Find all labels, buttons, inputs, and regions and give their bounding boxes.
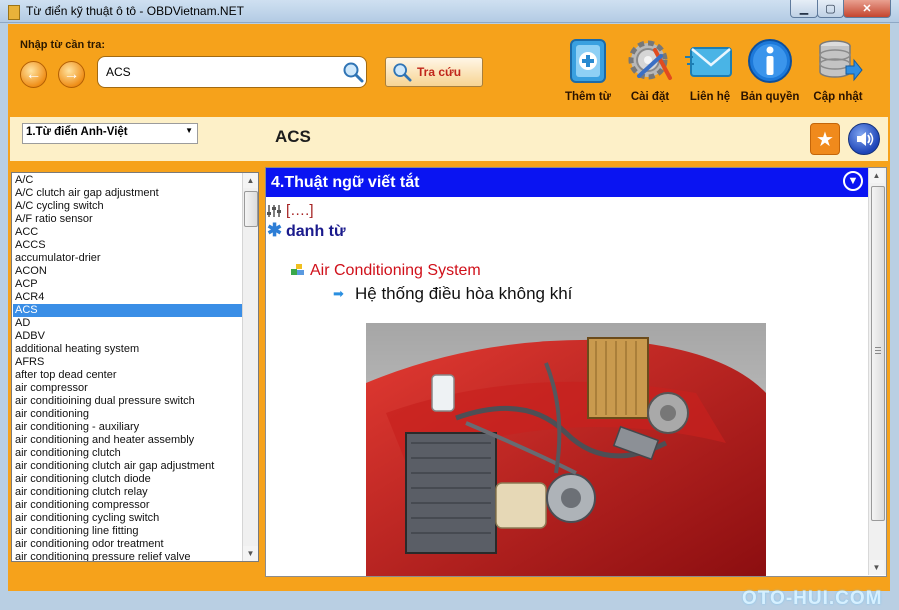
dictionary-select-value: 1.Từ điển Anh-Việt [26, 126, 128, 138]
word-list-item[interactable]: air compressor [13, 382, 242, 395]
word-list-item[interactable]: air conditioning cycling switch [13, 512, 242, 525]
word-list-item[interactable]: air conditioning compressor [13, 499, 242, 512]
magnifier-icon [393, 63, 412, 82]
app-body: Nhập từ cần tra: ← → Tra cứu Thêm từ [8, 24, 890, 609]
word-list-panel: A/C A/C clutch air gap adjustment A/C cycl… [11, 172, 259, 562]
forward-arrow-icon[interactable]: → [58, 61, 85, 88]
word-list-item[interactable]: A/F ratio sensor [13, 213, 242, 226]
term-text: Air Conditioning System [310, 262, 481, 279]
word-list-item[interactable]: ACS [13, 304, 242, 317]
word-list-item[interactable]: air conditioning clutch [13, 447, 242, 460]
search-icon[interactable] [342, 61, 364, 83]
search-label: Nhập từ cần tra: [20, 39, 105, 51]
word-list-item[interactable]: air conditioning pressure relief valve [13, 551, 242, 561]
database-update-icon [819, 40, 863, 82]
word-list-item[interactable]: AFRS [13, 356, 242, 369]
scroll-thumb[interactable] [244, 191, 258, 227]
window-titlebar: Từ điển kỹ thuật ô tô - OBDVietnam.NET ▁… [0, 0, 899, 23]
word-list-item[interactable]: air conditioning clutch relay [13, 486, 242, 499]
definition-panel: 4.Thuật ngữ viết tắt ▼ [….] ✱ danh từ Ai… [265, 167, 887, 577]
gear-icon [628, 40, 672, 80]
scroll-up-icon[interactable]: ▲ [869, 168, 884, 183]
copyright-button[interactable]: Bản quyền [740, 36, 800, 120]
scroll-down-icon[interactable]: ▼ [869, 560, 884, 575]
pronunciation-text: [….] [286, 202, 314, 219]
chevron-down-icon: ▼ [185, 126, 193, 135]
settings-label: Cài đặt [630, 91, 670, 103]
add-word-label: Thêm từ [564, 91, 612, 103]
collapse-chevron-icon[interactable]: ▼ [843, 171, 863, 191]
watermark-logo: OTO-HUI.COM [742, 588, 883, 609]
definition-scrollbar[interactable]: ▲ ▼ [868, 168, 886, 575]
search-input[interactable] [104, 64, 338, 80]
word-list-item[interactable]: additional heating system [13, 343, 242, 356]
word-list-item[interactable]: ACR4 [13, 291, 242, 304]
meaning-text: Hệ thống điều hòa không khí [355, 284, 573, 303]
copyright-label: Bản quyền [740, 91, 800, 103]
word-list-item[interactable]: air conditioning odor treatment [13, 538, 242, 551]
word-list-item[interactable]: after top dead center [13, 369, 242, 382]
word-list-item[interactable]: A/C cycling switch [13, 200, 242, 213]
word-list-item[interactable]: air conditioning clutch air gap adjustme… [13, 460, 242, 473]
word-list-item[interactable]: ACON [13, 265, 242, 278]
word-list-item[interactable]: ADBV [13, 330, 242, 343]
dictionary-select[interactable]: 1.Từ điển Anh-Việt ▼ [22, 123, 198, 144]
blocks-icon [291, 264, 304, 275]
word-list-item[interactable]: A/C [13, 174, 242, 187]
contact-button[interactable]: Liên hệ [680, 36, 740, 120]
asterisk-icon: ✱ [267, 220, 283, 240]
word-list-item[interactable]: ACP [13, 278, 242, 291]
lookup-button[interactable]: Tra cứu [385, 57, 483, 87]
search-box [97, 56, 367, 88]
scroll-thumb[interactable] [871, 186, 885, 521]
update-label: Cập nhật [813, 91, 863, 103]
equalizer-icon [267, 205, 281, 217]
word-list-item[interactable]: air conditioning line fitting [13, 525, 242, 538]
window-title: Từ điển kỹ thuật ô tô - OBDVietnam.NET [26, 4, 244, 18]
section-header[interactable]: 4.Thuật ngữ viết tắt ▼ [266, 168, 868, 197]
scroll-up-icon[interactable]: ▲ [243, 173, 258, 188]
close-button[interactable]: ✕ [843, 0, 891, 18]
word-type: danh từ [286, 223, 346, 240]
minimize-button[interactable]: ▁ [790, 0, 818, 18]
section-title: 4.Thuật ngữ viết tắt [271, 174, 420, 191]
car-ac-system-image [366, 323, 766, 576]
word-header-band: 1.Từ điển Anh-Việt ▼ ACS ★ [10, 117, 888, 161]
word-list-item[interactable]: ACC [13, 226, 242, 239]
maximize-button[interactable]: ▢ [817, 0, 844, 18]
word-list-item[interactable]: air conditioning [13, 408, 242, 421]
word-list-item[interactable]: air conditioining dual pressure switch [13, 395, 242, 408]
update-button[interactable]: Cập nhật [808, 36, 868, 120]
speaker-icon[interactable] [848, 123, 880, 155]
word-list-item[interactable]: A/C clutch air gap adjustment [13, 187, 242, 200]
settings-button[interactable]: Cài đặt [620, 36, 680, 120]
favorite-star-icon[interactable]: ★ [810, 123, 840, 155]
arrow-right-icon: ➡ [333, 286, 344, 301]
add-word-button[interactable]: Thêm từ [558, 36, 618, 120]
current-word-title: ACS [275, 127, 311, 146]
word-list: A/C A/C clutch air gap adjustment A/C cycl… [13, 174, 242, 561]
app-icon [8, 5, 20, 20]
word-list-item[interactable]: air conditioning clutch diode [13, 473, 242, 486]
contact-label: Liên hệ [689, 91, 731, 103]
info-icon [748, 39, 792, 83]
notebook-add-icon [570, 39, 606, 83]
word-list-item[interactable]: air conditioning and heater assembly [13, 434, 242, 447]
word-list-item[interactable]: air conditioning - auxiliary [13, 421, 242, 434]
word-list-item[interactable]: AD [13, 317, 242, 330]
scroll-down-icon[interactable]: ▼ [243, 546, 258, 561]
email-icon [685, 47, 732, 77]
back-arrow-icon[interactable]: ← [20, 61, 47, 88]
word-list-scrollbar[interactable]: ▲ ▼ [242, 173, 258, 561]
word-list-item[interactable]: ACCS [13, 239, 242, 252]
lookup-label: Tra cứu [417, 65, 462, 79]
word-list-item[interactable]: accumulator-drier [13, 252, 242, 265]
